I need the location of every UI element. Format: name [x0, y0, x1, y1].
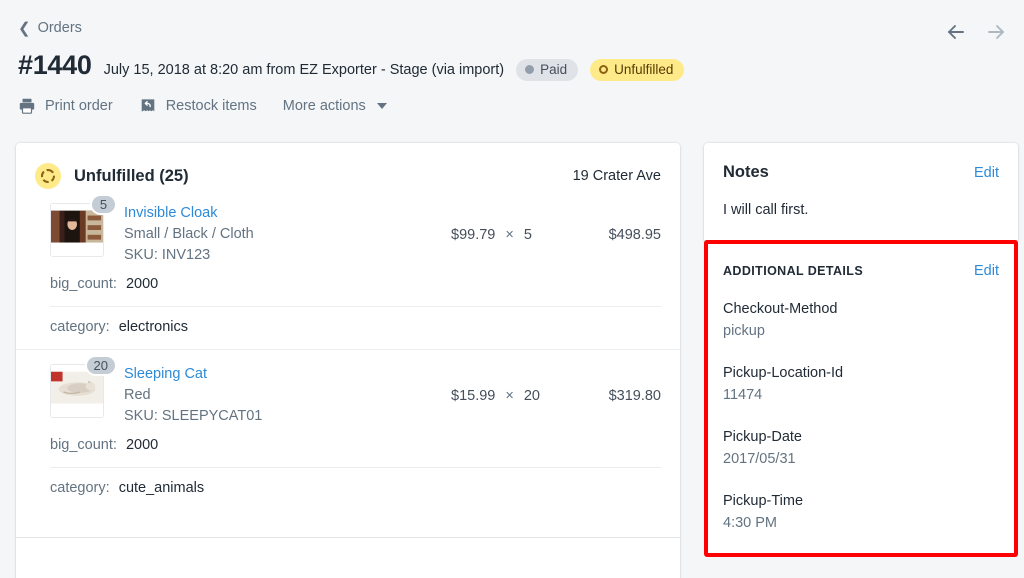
detail-value: pickup — [723, 323, 765, 339]
caret-down-icon — [376, 103, 387, 109]
line-item: 20 Sleeping Cat Red SKU: SLEEPYCAT01 $15… — [16, 350, 680, 510]
sidebar: Notes Edit I will call first. ADDITIONAL… — [704, 143, 1018, 557]
line-item-property: category: electronics — [35, 307, 661, 349]
line-item-info: Invisible Cloak Small / Black / Cloth SK… — [124, 203, 451, 266]
breadcrumb-orders[interactable]: ❮ Orders — [18, 20, 82, 36]
line-item-unit-price: $15.99 — [451, 388, 496, 404]
product-thumbnail-wrap: 20 — [50, 355, 117, 427]
detail-key: Pickup-Time — [723, 493, 804, 509]
additional-details-edit-link[interactable]: Edit — [974, 263, 999, 279]
multiply-symbol: × — [505, 388, 514, 404]
line-item-price-col: $15.99 × 20 — [451, 364, 571, 427]
ring-dot-icon — [599, 65, 609, 74]
multiply-symbol: × — [505, 227, 514, 243]
previous-order-arrow-icon[interactable] — [944, 20, 968, 44]
status-badge-unfulfilled: Unfulfilled — [590, 59, 685, 81]
print-order-button[interactable]: Print order — [18, 97, 113, 115]
property-value: 2000 — [125, 437, 159, 453]
product-name-link[interactable]: Sleeping Cat — [124, 364, 451, 385]
line-item-quantity-badge: 5 — [90, 194, 117, 215]
additional-details-title: ADDITIONAL DETAILS — [723, 264, 864, 278]
line-item-info: Sleeping Cat Red SKU: SLEEPYCAT01 — [124, 364, 451, 427]
detail-key: Pickup-Location-Id — [723, 365, 844, 381]
product-variant: Red — [124, 387, 151, 403]
detail-field: Checkout-Method pickup — [723, 298, 999, 343]
property-value: cute_animals — [118, 480, 205, 496]
notes-title: Notes — [723, 163, 769, 181]
detail-value: 4:30 PM — [723, 515, 777, 531]
line-item-total: $498.95 — [608, 227, 661, 243]
next-order-arrow-icon[interactable] — [984, 20, 1008, 44]
line-item-price-col: $99.79 × 5 — [451, 203, 571, 266]
filled-dot-icon — [525, 65, 535, 74]
fulfillment-card: Unfulfilled (25) 19 Crater Ave 5 Invisib… — [16, 143, 680, 578]
additional-details-card: ADDITIONAL DETAILS Edit Checkout-Method … — [708, 244, 1014, 553]
order-meta: July 15, 2018 at 8:20 am from EZ Exporte… — [103, 62, 505, 78]
fulfillment-status-title: Unfulfilled (25) — [74, 166, 189, 185]
property-key: big_count: — [50, 276, 117, 292]
detail-key: Checkout-Method — [723, 301, 838, 317]
chevron-left-icon: ❮ — [18, 19, 31, 37]
product-sku: SKU: INV123 — [124, 247, 211, 263]
product-variant: Small / Black / Cloth — [124, 226, 254, 242]
product-thumbnail-wrap: 5 — [50, 194, 117, 266]
notes-card: Notes Edit I will call first. — [704, 143, 1018, 240]
more-actions-button[interactable]: More actions — [283, 98, 387, 114]
order-actions: Print order Restock items More actions — [18, 97, 387, 115]
line-item: 5 Invisible Cloak Small / Black / Cloth … — [16, 189, 680, 349]
restock-icon — [141, 99, 155, 112]
line-item-property: big_count: 2000 — [35, 266, 661, 296]
breadcrumb-label: Orders — [37, 20, 82, 36]
status-badge-unfulfilled-label: Unfulfilled — [614, 62, 674, 77]
detail-field: Pickup-Time 4:30 PM — [723, 490, 999, 535]
detail-value: 2017/05/31 — [723, 451, 796, 467]
line-item-unit-price: $99.79 — [451, 227, 496, 243]
order-detail-page: ❮ Orders #1440 July 15, 2018 at 8:20 am … — [0, 0, 1024, 578]
shipping-address: 19 Crater Ave — [572, 168, 661, 184]
additional-details-highlight: ADDITIONAL DETAILS Edit Checkout-Method … — [704, 240, 1018, 557]
print-order-label: Print order — [45, 98, 113, 114]
restock-items-button[interactable]: Restock items — [139, 97, 257, 115]
property-value: 2000 — [125, 276, 159, 292]
order-title-row: #1440 July 15, 2018 at 8:20 am from EZ E… — [18, 50, 685, 81]
product-name-link[interactable]: Invisible Cloak — [124, 203, 451, 224]
status-badge-paid-label: Paid — [540, 62, 568, 77]
line-item-property: big_count: 2000 — [35, 427, 661, 457]
detail-field: Pickup-Date 2017/05/31 — [723, 426, 999, 471]
more-actions-label: More actions — [282, 98, 366, 114]
page-title: #1440 — [18, 50, 92, 80]
line-item-quantity: 5 — [523, 227, 532, 243]
notes-body: I will call first. — [723, 202, 809, 218]
dashed-circle-icon — [35, 163, 61, 189]
printer-icon — [19, 98, 35, 114]
line-item-quantity: 20 — [523, 388, 540, 404]
line-item-quantity-badge: 20 — [84, 355, 117, 376]
fulfillment-header: Unfulfilled (25) 19 Crater Ave — [16, 143, 680, 189]
order-pagination — [944, 20, 1008, 44]
detail-field: Pickup-Location-Id 11474 — [723, 362, 999, 407]
product-sku: SKU: SLEEPYCAT01 — [124, 408, 263, 424]
detail-value: 11474 — [723, 387, 763, 403]
detail-key: Pickup-Date — [723, 429, 802, 445]
card-section-divider — [16, 537, 680, 538]
property-key: category: — [50, 319, 110, 335]
restock-items-label: Restock items — [165, 98, 257, 114]
line-item-total: $319.80 — [608, 388, 661, 404]
property-key: category: — [50, 480, 110, 496]
property-value: electronics — [118, 319, 188, 335]
line-item-property: category: cute_animals — [35, 468, 661, 510]
status-badge-paid: Paid — [516, 59, 579, 81]
property-key: big_count: — [50, 437, 117, 453]
notes-edit-link[interactable]: Edit — [974, 165, 999, 181]
